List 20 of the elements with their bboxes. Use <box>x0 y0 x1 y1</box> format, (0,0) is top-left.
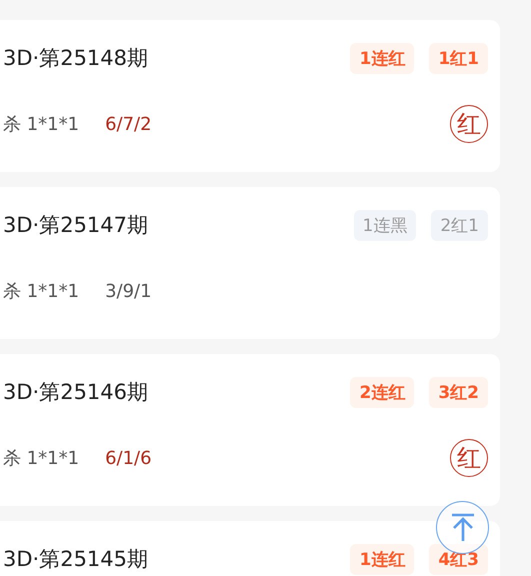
kill-rule: 杀 1*1*1 <box>3 447 80 470</box>
streak-tag: 1连红 <box>350 42 414 74</box>
kill-rule: 杀 1*1*1 <box>3 280 80 303</box>
streak-tag: 2红1 <box>431 210 488 240</box>
hit-stamp: 红 <box>450 105 488 143</box>
streak-tag: 2连红 <box>350 376 414 408</box>
draw-result: 6/7/2 <box>105 114 152 134</box>
hit-stamp: 红 <box>450 439 488 477</box>
streak-tag: 4红3 <box>429 544 488 574</box>
draw-result: 6/1/6 <box>105 448 152 468</box>
draw-title: 3D·第25148期 <box>3 45 148 72</box>
streak-tag: 1连黑 <box>354 210 416 240</box>
draw-title: 3D·第25145期 <box>3 546 148 573</box>
kill-rule: 杀 1*1*1 <box>3 113 80 136</box>
streak-tag: 1连红 <box>350 544 414 574</box>
draw-title: 3D·第25146期 <box>3 379 148 406</box>
streak-tag: 1红1 <box>429 42 488 74</box>
draw-title: 3D·第25147期 <box>3 212 148 239</box>
streak-tag: 3红2 <box>429 376 488 408</box>
draw-result: 3/9/1 <box>105 280 152 302</box>
